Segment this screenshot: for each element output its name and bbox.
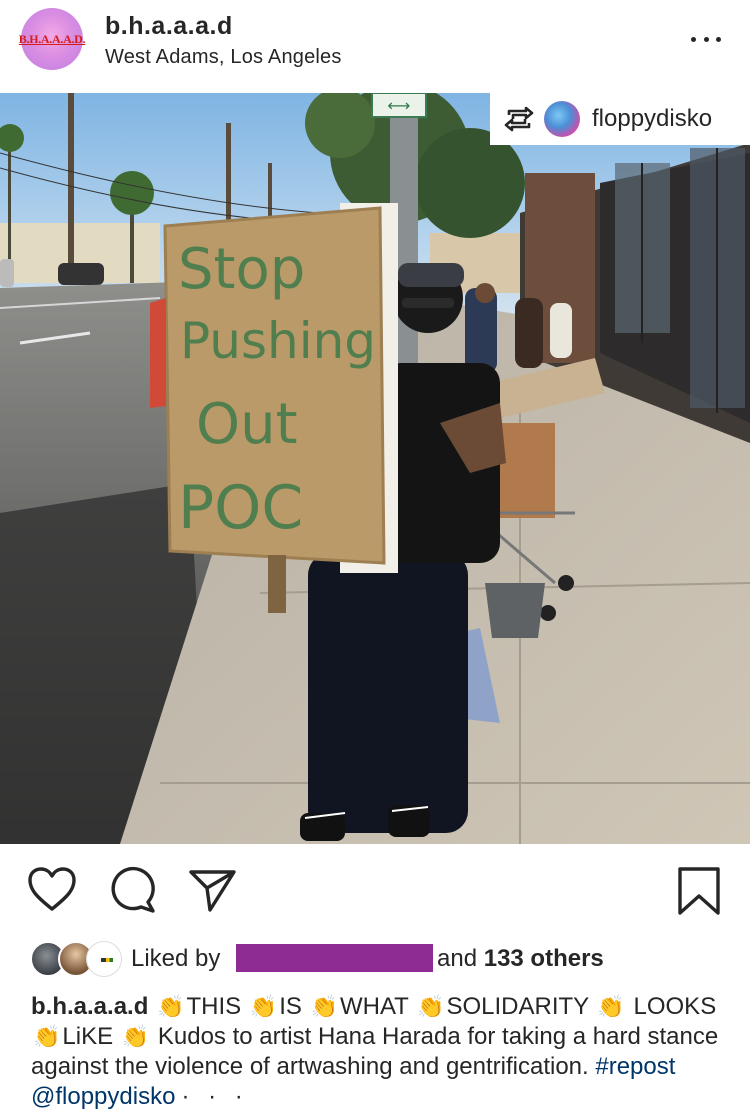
clap-icon: 👏 [417, 994, 445, 1019]
caption-more[interactable]: · · · [181, 1083, 248, 1110]
redacted-username [236, 944, 433, 972]
clap-icon: 👏 [157, 994, 185, 1019]
sign-line-2: Pushing [180, 312, 376, 370]
caption-word: IS [279, 993, 302, 1020]
liked-by-label: Liked by [131, 945, 221, 972]
post-photo[interactable]: ⟷ Stop Pushing Out POC [0, 93, 750, 844]
more-options-button[interactable] [686, 24, 726, 54]
caption-word: LOOKS [633, 993, 717, 1020]
protest-sign: Stop Pushing Out POC [150, 203, 398, 613]
caption-mention[interactable]: @floppydisko [31, 1083, 175, 1110]
caption-username[interactable]: b.h.a.a.a.d [31, 993, 148, 1020]
more-dot-icon [703, 36, 709, 42]
repost-username[interactable]: floppydisko [592, 105, 712, 133]
clap-icon: 👏 [121, 1024, 150, 1049]
repost-icon [504, 106, 534, 132]
likes-row[interactable]: Liked by and 133 others [30, 940, 730, 978]
clap-icon: 👏 [597, 994, 625, 1019]
likes-count[interactable]: and 133 others [437, 945, 604, 973]
comment-icon[interactable] [108, 866, 158, 914]
liker-avatar [86, 941, 122, 977]
clap-icon: 👏 [249, 994, 278, 1019]
post-header: B.H.A.A.A.D. b.h.a.a.a.d West Adams, Los… [0, 0, 750, 93]
repost-user-avatar[interactable] [544, 101, 580, 137]
caption-hashtag[interactable]: #repost [595, 1053, 675, 1080]
sign-line-4: POC [178, 473, 303, 543]
more-dot-icon [716, 36, 721, 42]
profile-avatar[interactable]: B.H.A.A.A.D. [18, 8, 86, 70]
protest-photo-illustration: ⟷ Stop Pushing Out POC [0, 93, 750, 844]
sign-line-3: Out [196, 392, 298, 457]
post-caption: b.h.a.a.a.d 👏THIS 👏IS 👏WHAT 👏SOLIDARITY … [31, 992, 731, 1112]
heart-icon[interactable] [27, 866, 77, 914]
caption-word: THIS [186, 993, 242, 1020]
post-location[interactable]: West Adams, Los Angeles [105, 46, 342, 69]
sign-line-1: Stop [178, 237, 305, 302]
caption-word: LiKE [62, 1023, 114, 1050]
street-sign-arrow: ⟷ [388, 96, 411, 115]
caption-word: WHAT [339, 993, 409, 1020]
clap-icon: 👏 [310, 994, 338, 1019]
more-dot-icon [691, 36, 696, 42]
caption-word: SOLIDARITY [446, 993, 589, 1020]
post-username[interactable]: b.h.a.a.a.d [105, 12, 233, 41]
bookmark-icon[interactable] [676, 866, 722, 916]
avatar-logo-text: B.H.A.A.A.D. [18, 31, 86, 46]
repost-badge[interactable]: floppydisko [490, 93, 750, 145]
clap-icon: 👏 [33, 1024, 61, 1049]
share-icon[interactable] [188, 866, 238, 914]
